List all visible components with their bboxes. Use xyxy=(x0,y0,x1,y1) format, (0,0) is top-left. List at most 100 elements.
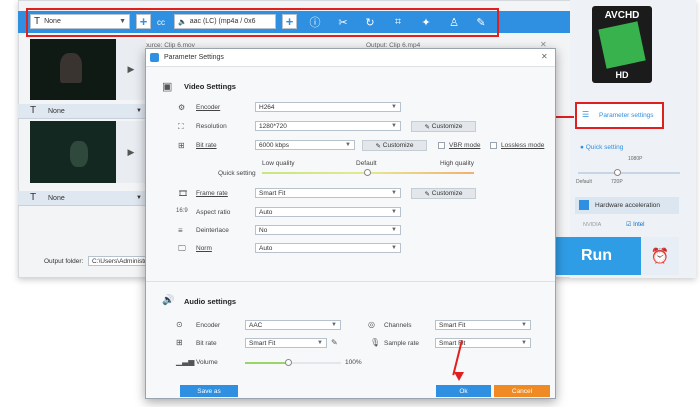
slider-label-default: Default xyxy=(576,179,592,185)
chevron-down-icon: ▼ xyxy=(391,245,397,251)
audio-bitrate-label: Bit rate xyxy=(196,340,217,347)
output-folder-label: Output folder: xyxy=(44,258,84,265)
clip-subtitle-row-1[interactable]: T None ▼ xyxy=(18,104,146,119)
aspect-ratio-icon: 16:9 xyxy=(176,208,188,214)
vbr-mode-checkbox[interactable] xyxy=(438,142,445,149)
cancel-button[interactable]: Cancel xyxy=(494,385,550,397)
clip-thumbnail-1[interactable] xyxy=(30,39,116,100)
chevron-down-icon: ▼ xyxy=(391,227,397,233)
convert-arrow-icon: ▶ xyxy=(116,39,146,100)
save-as-button[interactable]: Save as xyxy=(180,385,238,397)
deinterlace-icon: ≡ xyxy=(178,226,183,235)
chip-icon xyxy=(579,200,589,210)
audio-bitrate-select[interactable]: Smart Fit ▼ xyxy=(245,338,327,348)
quick-setting-label: Quick setting xyxy=(218,170,256,177)
chevron-down-icon: ▼ xyxy=(391,190,397,196)
video-settings-icon: ▣ xyxy=(162,81,173,93)
quality-slider-knob[interactable] xyxy=(364,169,371,176)
resolution-label: Resolution xyxy=(196,123,227,130)
bitrate-label: Bit rate xyxy=(196,142,217,149)
chevron-down-icon: ▼ xyxy=(136,195,142,201)
bullet-icon: ● xyxy=(580,144,584,151)
ok-button[interactable]: Ok xyxy=(436,385,491,397)
audio-bitrate-icon: ⊞ xyxy=(176,338,183,347)
audio-bitrate-edit-icon[interactable]: ✎ xyxy=(331,338,338,347)
quick-setting-knob[interactable] xyxy=(614,169,621,176)
chevron-down-icon: ▼ xyxy=(391,104,397,110)
encoder-select[interactable]: H264 ▼ xyxy=(255,102,401,112)
frame-rate-select[interactable]: Smart Fit ▼ xyxy=(255,188,401,198)
text-icon: T xyxy=(30,192,37,203)
bitrate-customize-button[interactable]: ✎ Customize xyxy=(362,140,427,151)
hardware-acceleration-toggle[interactable]: Hardware acceleration xyxy=(575,197,679,214)
pencil-icon: ✎ xyxy=(424,123,432,131)
deinterlace-label: Deinterlace xyxy=(196,227,229,234)
lossless-mode-label: Lossless mode xyxy=(501,142,545,149)
norm-select[interactable]: Auto ▼ xyxy=(255,243,401,253)
text-icon: T xyxy=(30,105,37,116)
resolution-select[interactable]: 1280*720 ▼ xyxy=(255,121,401,131)
volume-icon: ▁▃▅ xyxy=(176,357,195,366)
frame-rate-customize-button[interactable]: ✎ Customize xyxy=(411,188,476,199)
lossless-mode-checkbox[interactable] xyxy=(490,142,497,149)
app-icon xyxy=(150,53,159,62)
pencil-icon: ✎ xyxy=(424,190,432,198)
norm-label: Norm xyxy=(196,245,212,252)
norm-icon: 🖵 xyxy=(178,244,186,253)
microphone-icon: 🎙 xyxy=(370,338,381,347)
volume-slider[interactable] xyxy=(245,362,341,364)
deinterlace-select[interactable]: No ▼ xyxy=(255,225,401,235)
sample-rate-label: Sample rate xyxy=(384,340,420,347)
chevron-down-icon: ▼ xyxy=(317,340,323,346)
alarm-clock-icon[interactable]: ⏰ xyxy=(641,237,679,275)
chevron-down-icon: ▼ xyxy=(345,142,351,148)
chevron-down-icon: ▼ xyxy=(331,322,337,328)
chevron-down-icon: ▼ xyxy=(521,340,527,346)
section-divider xyxy=(146,281,555,282)
channels-select[interactable]: Smart Fit ▼ xyxy=(435,320,531,330)
bitrate-select[interactable]: 6000 kbps ▼ xyxy=(255,140,355,150)
bitrate-icon: ⊞ xyxy=(178,141,185,150)
audio-encoder-label: Encoder xyxy=(196,322,221,329)
run-button[interactable]: Run xyxy=(552,237,641,275)
pencil-icon: ✎ xyxy=(375,142,383,150)
chevron-down-icon: ▼ xyxy=(136,108,142,114)
low-quality-label: Low quality xyxy=(262,160,295,167)
output-folder-input[interactable]: C:\Users\Administra xyxy=(88,256,150,266)
volume-label: Volume xyxy=(196,359,218,366)
toolbar-highlight-frame xyxy=(26,8,499,37)
sample-rate-select[interactable]: Smart Fit ▼ xyxy=(435,338,531,348)
quick-setting-label: ● Quick setting xyxy=(580,144,624,151)
dialog-close-icon[interactable]: ✕ xyxy=(541,52,548,61)
volume-slider-fill xyxy=(245,362,289,364)
default-quality-label: Default xyxy=(356,160,377,167)
resolution-customize-button[interactable]: ✎ Customize xyxy=(411,121,476,132)
frame-rate-icon: 🎞 xyxy=(178,189,189,198)
encoder-icon: ⚙ xyxy=(178,103,186,112)
clip-thumbnail-2[interactable] xyxy=(30,121,116,183)
chevron-down-icon: ▼ xyxy=(391,209,397,215)
volume-value: 100% xyxy=(345,359,362,366)
resolution-icon: ⛶ xyxy=(178,122,184,131)
film-icon xyxy=(598,21,646,69)
quick-setting-slider[interactable] xyxy=(578,172,680,174)
format-badge[interactable]: AVCHD HD xyxy=(592,6,652,83)
chevron-down-icon: ▼ xyxy=(521,322,527,328)
audio-encoder-select[interactable]: AAC ▼ xyxy=(245,320,341,330)
dialog-titlebar: Parameter Settings xyxy=(146,49,555,67)
aspect-ratio-select[interactable]: Auto ▼ xyxy=(255,207,401,217)
video-settings-heading: Video Settings xyxy=(184,82,236,91)
annotation-arrow-ok-head xyxy=(454,372,464,381)
intel-logo: ☑ Intel xyxy=(626,222,645,228)
clip-subtitle-row-2[interactable]: T None ▼ xyxy=(18,191,146,206)
high-quality-label: High quality xyxy=(440,160,474,167)
audio-settings-heading: Audio settings xyxy=(184,297,237,306)
convert-arrow-icon: ▶ xyxy=(116,121,146,183)
frame-rate-label: Frame rate xyxy=(196,190,228,197)
audio-encoder-icon: ⊙ xyxy=(176,320,183,329)
vbr-mode-label: VBR mode xyxy=(449,142,481,149)
audio-settings-icon: 🔊 xyxy=(162,295,175,306)
parameter-settings-button[interactable]: ☰ Parameter settings xyxy=(575,102,664,129)
chevron-down-icon: ▼ xyxy=(391,123,397,129)
channels-label: Channels xyxy=(384,322,412,329)
